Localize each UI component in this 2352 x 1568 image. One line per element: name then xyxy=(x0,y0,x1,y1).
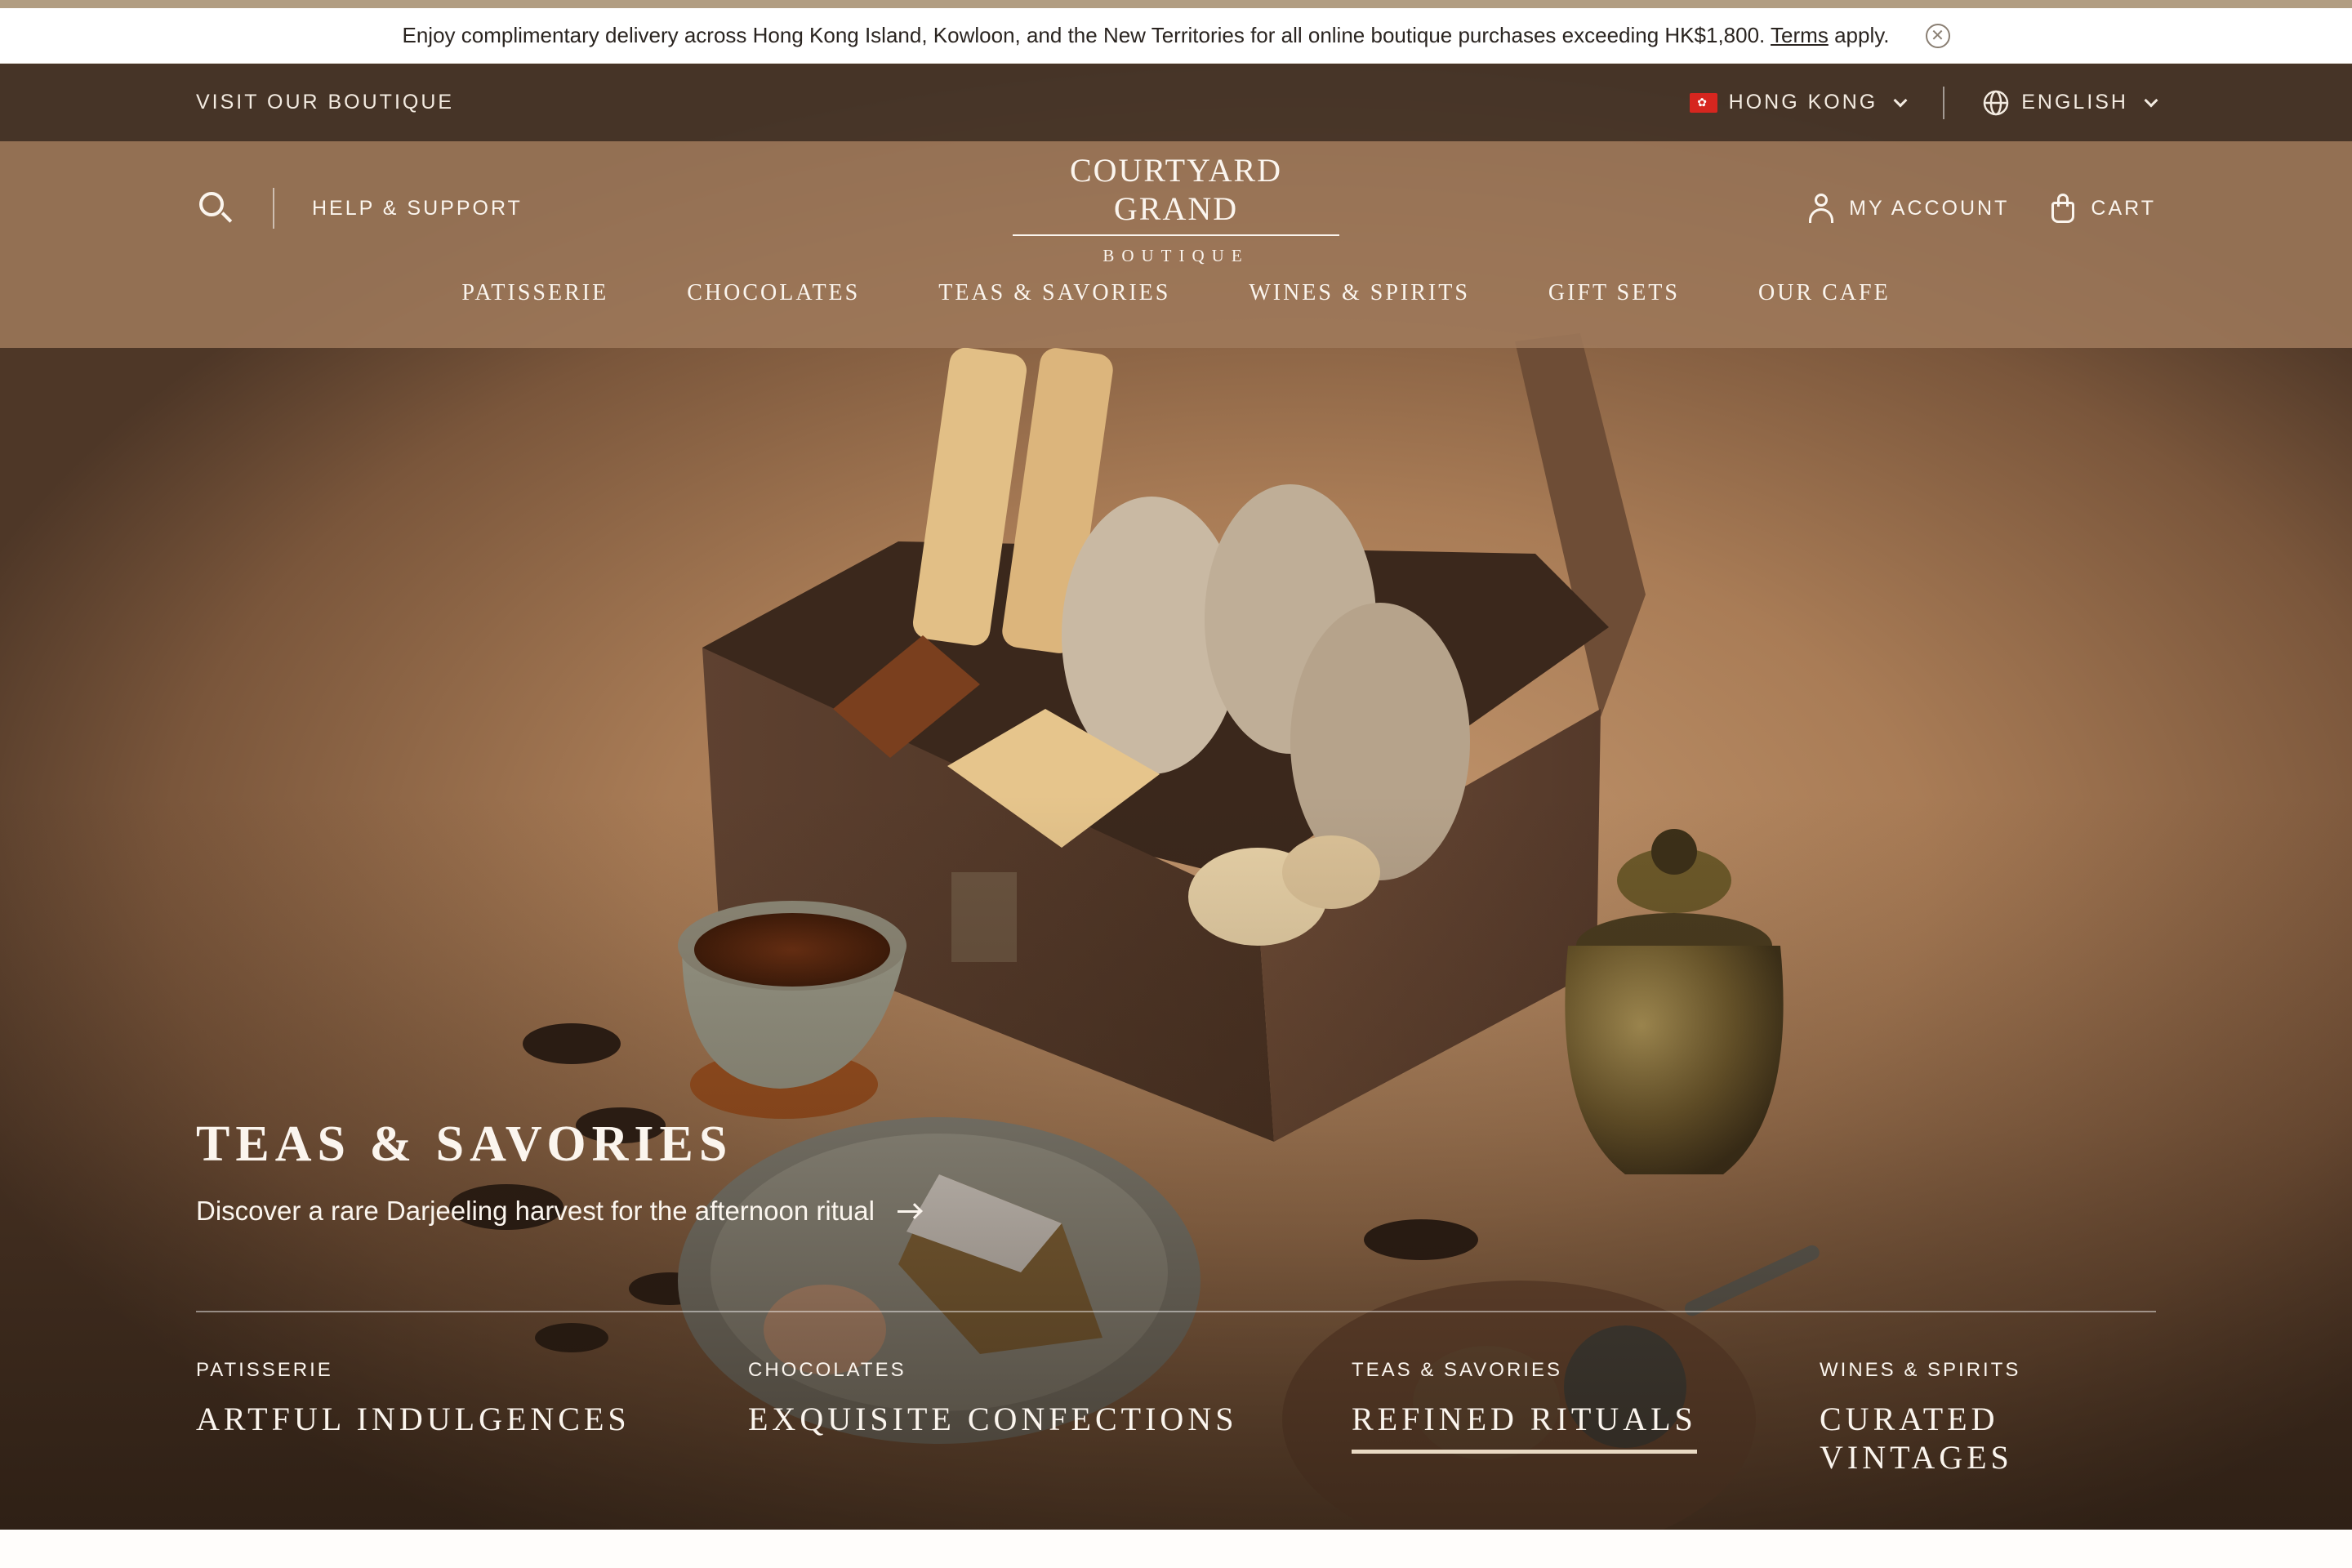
region-selector[interactable]: ✿ HONG KONG xyxy=(1689,91,1908,114)
brand-logo[interactable]: COURTYARD GRAND BOUTIQUE xyxy=(1013,151,1339,266)
tile-teas-savories[interactable]: TEAS & SAVORIES REFINED RITUALS xyxy=(1352,1359,1697,1454)
category-tiles: PATISSERIE ARTFUL INDULGENCES CHOCOLATES… xyxy=(196,1359,2156,1481)
cart-link[interactable]: CART xyxy=(2050,194,2156,223)
hero-divider xyxy=(196,1311,2156,1312)
chevron-down-icon xyxy=(2144,93,2158,107)
hero-cta-text: Discover a rare Darjeeling harvest for t… xyxy=(196,1196,875,1226)
hero-section: VISIT OUR BOUTIQUE ✿ HONG KONG ENGLISH H… xyxy=(0,64,2352,1530)
tile-headline: CURATED VINTAGES xyxy=(1820,1401,2013,1476)
tile-eyebrow: TEAS & SAVORIES xyxy=(1352,1359,1562,1381)
hong-kong-flag-icon: ✿ xyxy=(1689,92,1717,113)
tile-chocolates[interactable]: CHOCOLATES EXQUISITE CONFECTIONS xyxy=(748,1359,1237,1438)
page-below-hero xyxy=(0,1530,2352,1568)
nav-item-teas-savories[interactable]: TEAS & SAVORIES xyxy=(938,280,1170,306)
region-label: HONG KONG xyxy=(1728,91,1878,114)
logo-subtitle: BOUTIQUE xyxy=(1102,246,1250,265)
nav-item-gift-sets[interactable]: GIFT SETS xyxy=(1548,280,1680,306)
tile-eyebrow: PATISSERIE xyxy=(196,1359,333,1381)
tile-headline: ARTFUL INDULGENCES xyxy=(196,1401,630,1437)
category-nav: PATISSERIE CHOCOLATES TEAS & SAVORIES WI… xyxy=(0,280,2352,306)
nav-item-patisserie[interactable]: PATISSERIE xyxy=(461,280,608,306)
header-right: MY ACCOUNT CART xyxy=(1808,186,2156,230)
shopping-bag-icon xyxy=(2050,194,2076,223)
language-label: ENGLISH xyxy=(2021,91,2128,114)
tile-eyebrow: WINES & SPIRITS xyxy=(1820,1359,2021,1381)
tile-headline: EXQUISITE CONFECTIONS xyxy=(748,1401,1238,1437)
tile-headline: REFINED RITUALS xyxy=(1352,1400,1697,1454)
hero-title: TEAS & SAVORIES xyxy=(196,1116,733,1172)
chevron-down-icon xyxy=(1893,93,1908,107)
terms-link[interactable]: Terms xyxy=(1771,23,1829,47)
nav-item-chocolates[interactable]: CHOCOLATES xyxy=(687,280,860,306)
utility-divider xyxy=(1943,86,1945,119)
arrow-right-icon xyxy=(897,1203,923,1219)
tile-eyebrow: CHOCOLATES xyxy=(748,1359,906,1381)
tile-wines-spirits[interactable]: WINES & SPIRITS CURATED VINTAGES xyxy=(1820,1359,2156,1477)
cart-label: CART xyxy=(2091,196,2156,220)
globe-icon xyxy=(1983,90,2009,115)
close-icon[interactable]: ✕ xyxy=(1925,23,1950,48)
user-icon xyxy=(1808,194,1834,223)
help-support-link[interactable]: HELP & SUPPORT xyxy=(312,197,523,220)
announcement-text: Enjoy complimentary delivery across Hong… xyxy=(402,23,1890,47)
nav-item-our-cafe[interactable]: OUR CAFE xyxy=(1758,280,1891,306)
nav-item-wines-spirits[interactable]: WINES & SPIRITS xyxy=(1249,280,1470,306)
hero-cta-link[interactable]: Discover a rare Darjeeling harvest for t… xyxy=(196,1196,923,1227)
header-divider xyxy=(273,188,274,229)
tile-patisserie[interactable]: PATISSERIE ARTFUL INDULGENCES xyxy=(196,1359,630,1438)
announcement-bar: Enjoy complimentary delivery across Hong… xyxy=(0,8,2352,64)
search-icon[interactable] xyxy=(196,189,235,228)
header-left: HELP & SUPPORT xyxy=(196,186,523,230)
my-account-label: MY ACCOUNT xyxy=(1849,196,2010,220)
utility-bar: VISIT OUR BOUTIQUE ✿ HONG KONG ENGLISH xyxy=(0,64,2352,141)
visit-boutique-link[interactable]: VISIT OUR BOUTIQUE xyxy=(196,91,454,114)
top-accent-bar xyxy=(0,0,2352,8)
logo-name: COURTYARD GRAND xyxy=(1013,151,1339,236)
language-selector[interactable]: ENGLISH xyxy=(1982,89,2158,117)
my-account-link[interactable]: MY ACCOUNT xyxy=(1808,194,2009,223)
